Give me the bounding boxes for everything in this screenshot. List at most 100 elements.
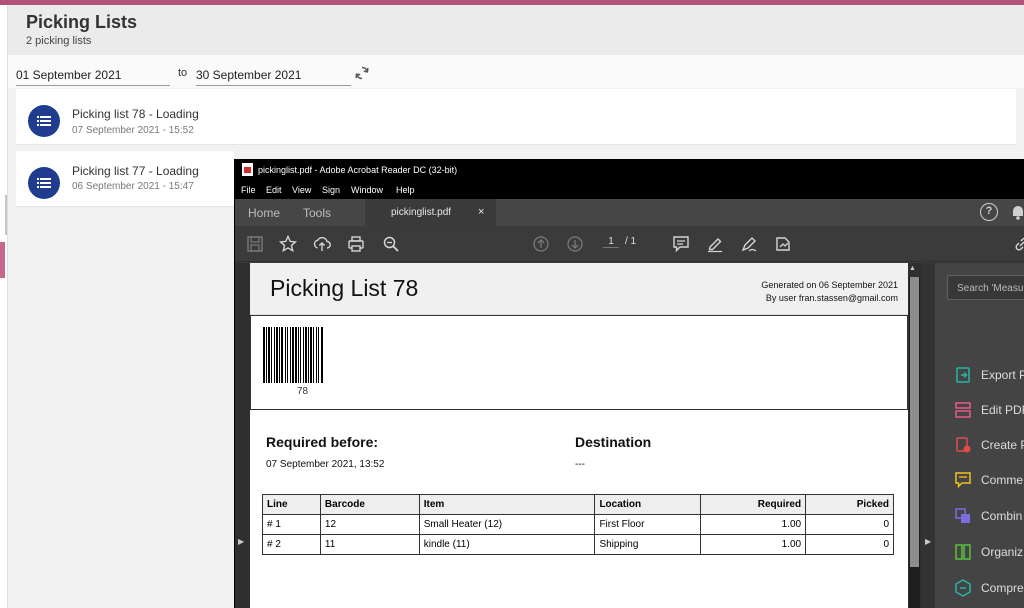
menu-file[interactable]: File — [241, 185, 256, 195]
list-icon — [28, 105, 60, 137]
page-up-icon[interactable] — [532, 235, 550, 253]
pdf-page: Picking List 78 Generated on 06 Septembe… — [250, 263, 908, 608]
sign-icon[interactable] — [740, 235, 758, 253]
cell-location: Shipping — [594, 534, 702, 555]
barcode-bar — [310, 327, 312, 383]
tool-combine[interactable]: Combin — [954, 504, 1024, 528]
save-icon[interactable] — [246, 235, 264, 253]
document-area[interactable]: ▶ Picking List 78 Generated on 06 Septem… — [235, 263, 921, 608]
rail-divider — [5, 195, 7, 235]
cell-barcode: 11 — [319, 534, 420, 555]
left-rail — [0, 5, 8, 608]
organize-icon — [955, 544, 971, 560]
generated-by: By user fran.stassen@gmail.com — [765, 293, 898, 303]
tool-create-pdf[interactable]: Create P — [954, 433, 1024, 457]
notification-bell-icon[interactable] — [1011, 204, 1024, 220]
tool-label: Organiz — [981, 545, 1024, 559]
cell-item: kindle (11) — [418, 534, 596, 555]
barcode-bar — [303, 327, 304, 383]
barcode-bar — [318, 327, 319, 383]
barcode-bar — [266, 327, 267, 383]
print-icon[interactable] — [347, 235, 365, 253]
barcode-image — [263, 327, 323, 383]
from-date-input[interactable] — [16, 61, 170, 86]
upload-icon[interactable] — [313, 235, 331, 253]
refresh-icon[interactable] — [354, 65, 370, 81]
picking-list-title: Picking list 77 - Loading — [72, 164, 199, 178]
menu-sign[interactable]: Sign — [322, 185, 340, 195]
cell-barcode: 12 — [319, 514, 420, 535]
tool-compress[interactable]: Compre — [954, 576, 1024, 600]
tool-label: Compre — [981, 581, 1024, 595]
to-label: to — [178, 67, 188, 79]
page-title: Picking Lists — [26, 12, 138, 32]
destination-value: --- — [575, 459, 585, 470]
pdf-generated-info: Generated on 06 September 2021 By user f… — [761, 279, 898, 305]
barcode-bar — [285, 327, 286, 383]
picking-list-title: Picking list 78 - Loading — [72, 107, 199, 121]
rail-active-marker[interactable] — [0, 242, 5, 278]
barcode-bar — [313, 327, 314, 383]
page-number-input[interactable]: 1 — [603, 236, 619, 248]
barcode-number: 78 — [297, 386, 309, 397]
menu-edit[interactable]: Edit — [266, 185, 282, 195]
picking-list-item-77[interactable]: Picking list 77 - Loading 06 September 2… — [16, 151, 234, 207]
highlight-icon[interactable] — [706, 235, 724, 253]
send-sign-icon[interactable] — [774, 235, 792, 253]
cell-required: 1.00 — [700, 514, 807, 535]
table-row: # 1 12 Small Heater (12) First Floor 1.0… — [262, 514, 894, 535]
barcode-bar — [279, 327, 280, 383]
menu-view[interactable]: View — [292, 185, 311, 195]
picking-list-item-78[interactable]: Picking list 78 - Loading 07 September 2… — [16, 89, 1016, 145]
column-header-line: Line — [262, 494, 321, 515]
export-pdf-icon — [956, 367, 970, 383]
cell-line: # 2 — [262, 534, 321, 555]
barcode-bar — [268, 327, 270, 383]
required-before-label: Required before: — [266, 434, 379, 450]
column-header-item: Item — [418, 494, 596, 515]
help-icon[interactable]: ? — [980, 203, 998, 221]
tab-file-label: pickinglist.pdf — [391, 207, 452, 218]
acrobat-titlebar[interactable]: pickinglist.pdf - Adobe Acrobat Reader D… — [235, 159, 1024, 181]
link-icon[interactable] — [1013, 235, 1024, 253]
cell-picked: 0 — [805, 534, 894, 555]
tool-organize[interactable]: Organiz — [954, 540, 1024, 564]
tools-pane-toggle-icon[interactable]: ▶ — [925, 537, 931, 546]
zoom-search-icon[interactable] — [382, 235, 400, 253]
tool-edit-pdf[interactable]: Edit PDF — [954, 398, 1024, 422]
menu-help[interactable]: Help — [396, 185, 415, 195]
barcode-bar — [263, 327, 265, 383]
tab-home[interactable]: Home — [248, 206, 280, 220]
comment-icon[interactable] — [672, 235, 690, 253]
combine-icon — [955, 508, 970, 523]
table-row: # 2 11 kindle (11) Shipping 1.00 0 — [262, 534, 894, 555]
tool-export-pdf[interactable]: Export P — [954, 363, 1024, 387]
required-before-value: 07 September 2021, 13:52 — [266, 459, 385, 470]
to-date-input[interactable] — [196, 61, 351, 86]
toolbar: 1 / 1 — [235, 226, 1024, 262]
pdf-file-icon — [242, 163, 253, 176]
list-icon — [28, 167, 60, 199]
scroll-up-icon[interactable]: ▲ — [909, 265, 916, 272]
document-scrollbar[interactable] — [909, 277, 920, 608]
column-header-required: Required — [700, 494, 807, 515]
tool-comment-tool[interactable]: Comme — [954, 468, 1024, 492]
left-panel-toggle-icon[interactable]: ▶ — [238, 537, 244, 546]
bookmark-star-icon[interactable] — [279, 235, 297, 253]
page-down-icon[interactable] — [566, 235, 584, 253]
page-header: Picking Lists 2 picking lists — [8, 5, 1024, 55]
tool-label: Combin — [981, 509, 1023, 523]
scrollbar-thumb[interactable] — [910, 277, 919, 567]
cell-location: First Floor — [594, 514, 702, 535]
tools-search-input[interactable]: Search 'Measu — [947, 275, 1024, 300]
menu-window[interactable]: Window — [351, 185, 383, 195]
tab-bar: Home Tools pickinglist.pdf × ? — [235, 199, 1024, 226]
tab-tools[interactable]: Tools — [303, 206, 331, 220]
close-tab-icon[interactable]: × — [478, 206, 484, 218]
pdf-title: Picking List 78 — [270, 275, 419, 301]
acrobat-window[interactable]: pickinglist.pdf - Adobe Acrobat Reader D… — [234, 159, 1024, 608]
barcode-section: 78 — [250, 315, 908, 410]
tool-label: Export P — [981, 368, 1024, 382]
tab-pickinglist-pdf[interactable]: pickinglist.pdf × — [365, 199, 496, 226]
cell-required: 1.00 — [700, 534, 807, 555]
